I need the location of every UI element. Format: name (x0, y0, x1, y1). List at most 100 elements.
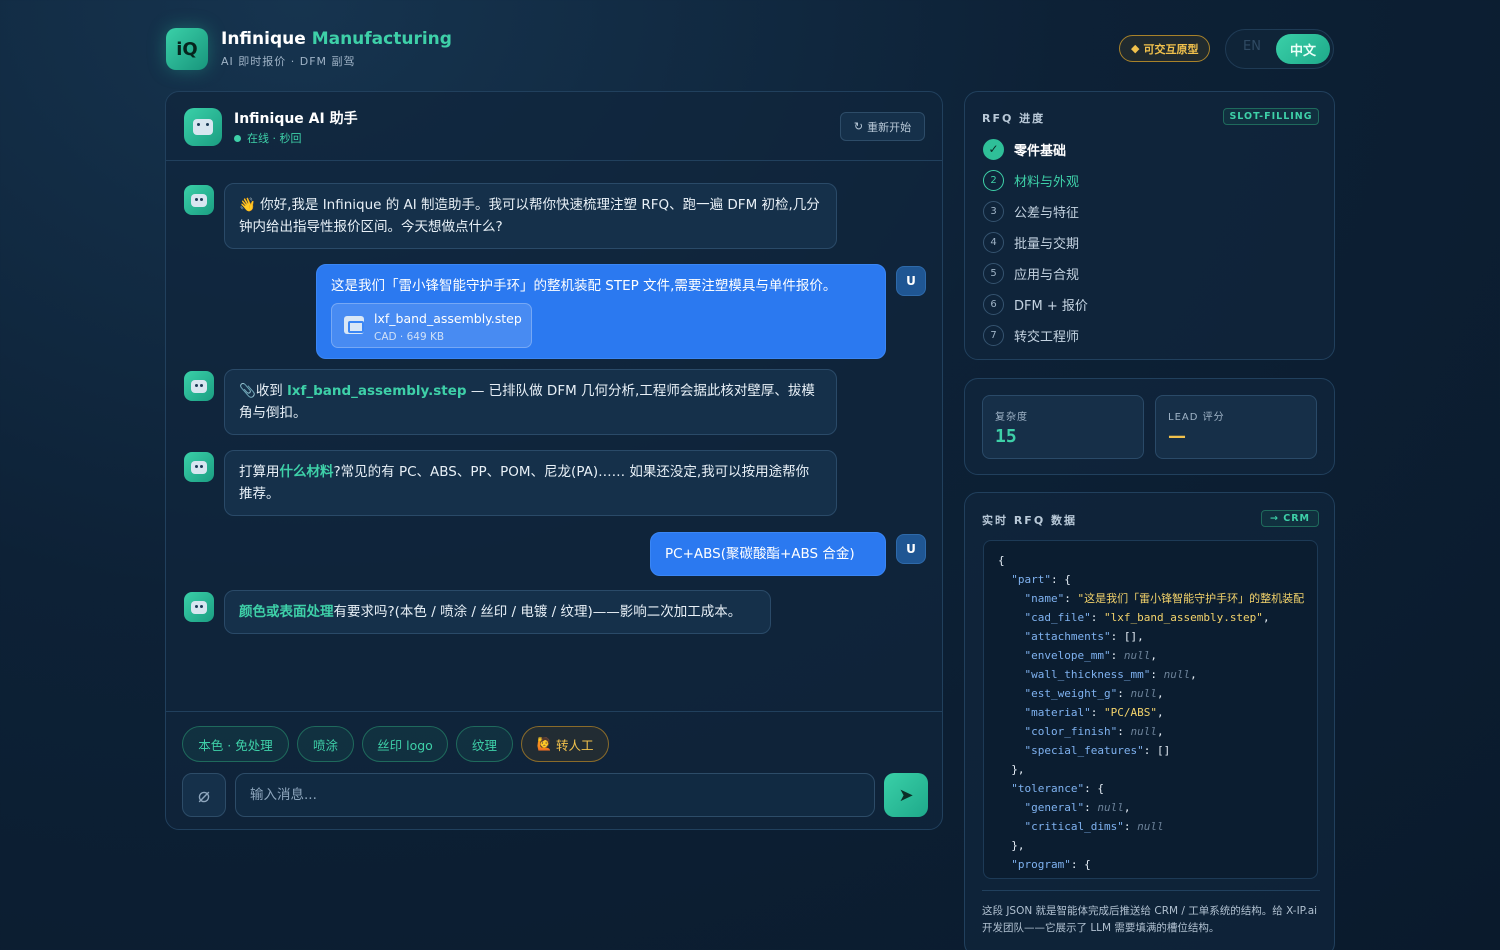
score-panel: 复杂度 15 LEAD 评分 — (964, 378, 1335, 475)
json-line: { (998, 554, 1005, 567)
progress-step: 6 DFM + 报价 (983, 293, 1088, 315)
restart-label: 重新开始 (867, 120, 912, 134)
file-meta: CAD · 649 KB (374, 331, 445, 343)
step-number: 2 (983, 169, 1004, 191)
quick-reply-plain[interactable]: 本色 · 免处理 (182, 726, 289, 762)
brand-name: Infinique (221, 29, 306, 49)
json-line: "cad_file": "lxf_band_assembly.step", (1024, 611, 1270, 624)
send-button[interactable]: ➤ (884, 773, 928, 817)
language-toggle[interactable]: EN 中文 (1225, 29, 1334, 69)
step-label: 零件基础 (1014, 143, 1067, 159)
raised-hand-icon: 🙋 (536, 736, 553, 751)
human-handoff-label: 转人工 (556, 737, 594, 753)
json-line: "part": { (1011, 573, 1071, 586)
bot-avatar (184, 452, 214, 482)
brand-subtitle: AI 即时报价 · DFM 副驾 (221, 55, 356, 68)
robot-icon (191, 600, 207, 614)
progress-step: 2 材料与外观 (983, 169, 1079, 191)
refresh-icon: ↻ (853, 120, 864, 133)
prototype-badge: ◆ 可交互原型 (1119, 35, 1211, 62)
step-number: 3 (983, 200, 1004, 222)
lead-score-label: LEAD 评分 (1168, 412, 1225, 423)
bot-avatar (184, 185, 214, 215)
paperclip-icon: ⌀ (197, 783, 211, 807)
json-line: "general": null, (1024, 801, 1131, 814)
file-link[interactable]: lxf_band_assembly.step (287, 383, 466, 399)
lang-zh-option[interactable]: 中文 (1276, 34, 1330, 64)
logo: iQ (166, 28, 208, 70)
user-message: 这是我们「雷小锋智能守护手环」的整机装配 STEP 文件,需要注塑模具与单件报价… (316, 264, 886, 359)
step-label: 公差与特征 (1014, 205, 1080, 221)
rfq-progress-panel: RFQ 进度 SLOT-FILLING ✓ 零件基础 2 材料与外观 3 公差与… (964, 91, 1335, 360)
human-handoff-button[interactable]: 🙋 转人工 (521, 726, 609, 762)
message-prefix: 收到 (255, 383, 288, 399)
paperclip-icon: 📎 (239, 383, 256, 399)
wave-icon: 👋 (239, 197, 256, 213)
step-label: DFM + 报价 (1014, 298, 1088, 314)
json-line: "color_finish": null, (1024, 725, 1164, 738)
assistant-avatar (184, 108, 222, 146)
slot-filling-tag: SLOT-FILLING (1223, 108, 1319, 125)
restart-button[interactable]: ↻ 重新开始 (840, 112, 925, 141)
rfq-data-panel: 实时 RFQ 数据 → CRM { "part": { "name": "这是我… (964, 492, 1335, 950)
quick-reply-texture[interactable]: 纹理 (456, 726, 513, 762)
lang-en-option[interactable]: EN (1234, 39, 1270, 54)
step-label: 批量与交期 (1014, 236, 1080, 252)
step-label: 转交工程师 (1014, 329, 1080, 345)
json-code: { "part": { "name": "这是我们「雷小锋智能守护手环」的整机装… (998, 551, 1317, 874)
check-icon: ✓ (983, 138, 1004, 160)
progress-step: 7 转交工程师 (983, 324, 1079, 346)
user-message: PC+ABS(聚碳酸酯+ABS 合金) (650, 532, 886, 576)
quick-reply-silkscreen[interactable]: 丝印 logo (362, 726, 448, 762)
json-line: "est_weight_g": null, (1024, 687, 1164, 700)
highlight-text: 颜色或表面处理 (239, 604, 334, 620)
status-text: 在线 · 秒回 (247, 132, 302, 145)
prototype-badge-label: 可交互原型 (1143, 42, 1199, 56)
diamond-icon: ◆ (1131, 42, 1140, 55)
bot-message: 📎收到 lxf_band_assembly.step — 已排队做 DFM 几何… (224, 369, 837, 435)
rfq-note: 这段 JSON 就是智能体完成后推送给 CRM / 工单系统的结构。给 X-IP… (982, 890, 1320, 937)
step-number: 6 (983, 293, 1004, 315)
rfq-json-viewer[interactable]: { "part": { "name": "这是我们「雷小锋智能守护手环」的整机装… (983, 540, 1318, 879)
json-line: "tolerance": { (1011, 782, 1104, 795)
complexity-label: 复杂度 (995, 412, 1028, 423)
bot-avatar (184, 371, 214, 401)
message-input[interactable] (235, 773, 875, 817)
message-text: 有要求吗?(本色 / 喷涂 / 丝印 / 电镀 / 纹理)——影响二次加工成本。 (333, 604, 742, 620)
rfq-data-title: 实时 RFQ 数据 (982, 514, 1077, 527)
progress-step: 5 应用与合规 (983, 262, 1079, 284)
step-number: 5 (983, 262, 1004, 284)
file-attachment[interactable]: lxf_band_assembly.step CAD · 649 KB (331, 303, 532, 348)
brand-accent: Manufacturing (311, 29, 452, 49)
robot-icon (191, 460, 207, 474)
attach-button[interactable]: ⌀ (182, 773, 226, 817)
json-line: "special_features": [] (1024, 744, 1171, 757)
json-line: "envelope_mm": null, (1024, 649, 1157, 662)
json-line: "material": "PC/ABS", (1024, 706, 1164, 719)
step-label: 材料与外观 (1014, 174, 1080, 190)
progress-step: ✓ 零件基础 (983, 138, 1066, 160)
app-header: iQ Infinique Manufacturing AI 即时报价 · DFM… (166, 28, 1334, 72)
chat-composer: 本色 · 免处理 喷涂 丝印 logo 纹理 🙋 转人工 ⌀ ➤ (166, 711, 942, 829)
step-label: 应用与合规 (1014, 267, 1080, 283)
message-text: PC+ABS(聚碳酸酯+ABS 合金) (665, 546, 855, 562)
json-line: "wall_thickness_mm": null, (1024, 668, 1197, 681)
status-dot (234, 134, 241, 142)
lead-score-card: LEAD 评分 — (1155, 395, 1317, 459)
bot-avatar (184, 592, 214, 622)
robot-icon (193, 119, 213, 135)
user-avatar: U (896, 534, 926, 564)
json-line: "attachments": [], (1024, 630, 1144, 643)
crm-tag[interactable]: → CRM (1261, 510, 1319, 527)
message-text: 这是我们「雷小锋智能守护手环」的整机装配 STEP 文件,需要注塑模具与单件报价… (331, 278, 837, 294)
progress-step: 4 批量与交期 (983, 231, 1079, 253)
json-line: }, (998, 839, 1025, 852)
bot-message: 打算用什么材料?常见的有 PC、ABS、PP、POM、尼龙(PA)…… 如果还没… (224, 450, 837, 516)
brand-title: Infinique Manufacturing (221, 29, 452, 49)
highlight-text: 什么材料 (279, 464, 334, 480)
chat-header: Infinique AI 助手 在线 · 秒回 ↻ 重新开始 (166, 92, 942, 161)
quick-reply-spray[interactable]: 喷涂 (297, 726, 354, 762)
complexity-card: 复杂度 15 (982, 395, 1144, 459)
online-status: 在线 · 秒回 (234, 130, 302, 146)
lead-score-value: — (1168, 426, 1186, 447)
